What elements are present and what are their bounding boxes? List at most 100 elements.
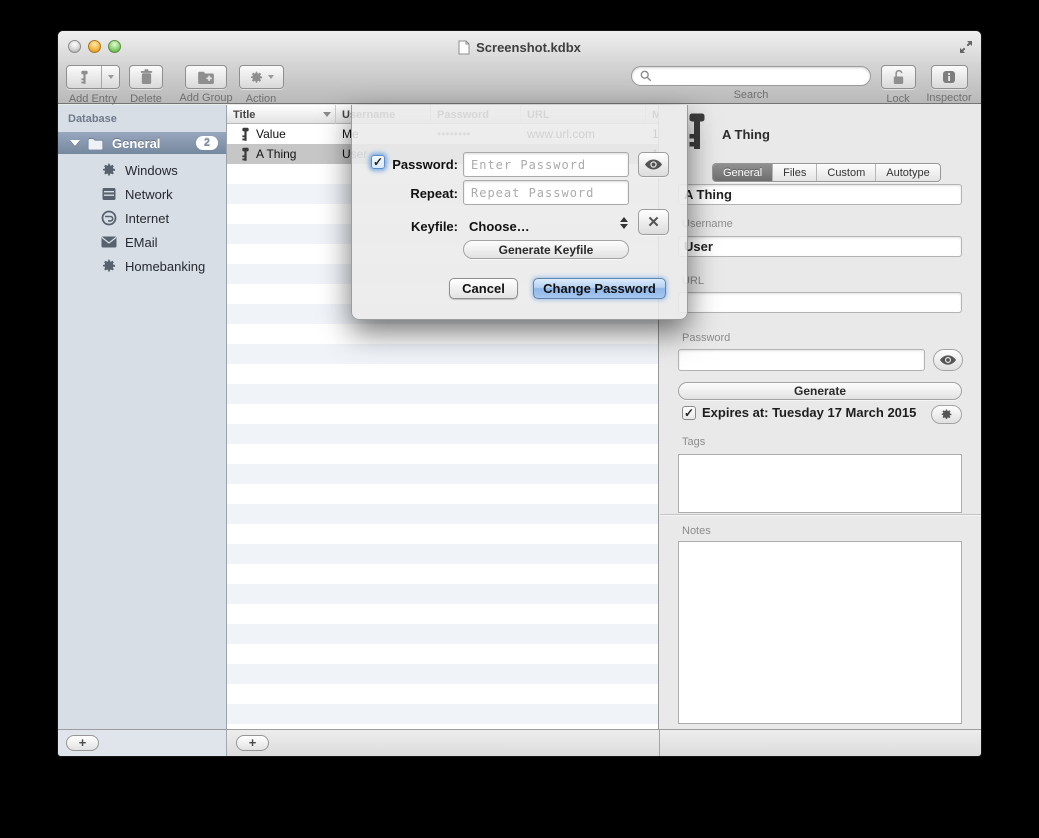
entry-title: A Thing xyxy=(722,127,770,142)
sidebar-item-email[interactable]: EMail xyxy=(58,230,226,254)
action-label: Action xyxy=(238,93,284,105)
notes-label: Notes xyxy=(682,525,711,537)
window-title-text: Screenshot.kdbx xyxy=(476,40,581,55)
change-password-sheet: ✓ Password: Repeat: Keyfile: Choose… xyxy=(351,105,688,320)
lock-label: Lock xyxy=(880,93,916,105)
password-field[interactable] xyxy=(678,349,925,371)
sheet-password-label: Password: xyxy=(388,157,458,172)
action-button[interactable]: Action xyxy=(238,65,284,105)
cell-title: A Thing xyxy=(250,144,336,164)
tab-autotype[interactable]: Autotype xyxy=(876,164,939,181)
sidebar-item-label: EMail xyxy=(125,235,158,250)
gear-icon xyxy=(101,162,117,178)
fullscreen-icon[interactable] xyxy=(959,40,973,54)
key-icon xyxy=(241,147,250,162)
eye-icon xyxy=(940,355,956,365)
sidebar-item-label: Internet xyxy=(125,211,169,226)
add-entry-button[interactable]: Add Entry xyxy=(66,65,120,105)
inspector-panel: A Thing General Files Custom Autotype Us… xyxy=(660,105,981,729)
info-icon xyxy=(942,70,956,84)
chevron-down-icon xyxy=(108,75,114,79)
expires-label: Expires at: Tuesday 17 March 2015 xyxy=(702,405,916,420)
url-field[interactable] xyxy=(678,292,962,313)
password-checkbox[interactable]: ✓ xyxy=(371,155,385,169)
app-window: Screenshot.kdbx Add Entry xyxy=(57,30,982,757)
clear-keyfile-button[interactable]: ✕ xyxy=(638,209,669,235)
sidebar-item-windows[interactable]: Windows xyxy=(58,158,226,182)
sidebar-item-homebanking[interactable]: Homebanking xyxy=(58,254,226,278)
stepper-up-icon xyxy=(620,217,628,222)
sidebar-item-label: Network xyxy=(125,187,173,202)
change-password-button[interactable]: Change Password xyxy=(533,278,666,299)
disclosure-triangle-icon[interactable] xyxy=(70,140,80,146)
group-count-badge: 2 xyxy=(196,136,218,150)
folder-plus-icon xyxy=(197,70,215,84)
search-label: Search xyxy=(631,89,871,101)
sidebar-group-general[interactable]: General 2 xyxy=(58,132,226,154)
stepper-down-icon xyxy=(620,224,628,229)
chevron-down-icon xyxy=(268,75,274,79)
sidebar-item-label: Homebanking xyxy=(125,259,205,274)
keyfile-stepper[interactable] xyxy=(620,217,628,229)
expires-checkbox[interactable]: ✓ xyxy=(682,406,696,420)
keyfile-popup[interactable]: Choose… xyxy=(469,219,530,234)
eye-icon xyxy=(645,159,662,170)
sidebar-header: Database xyxy=(68,113,117,125)
username-field[interactable] xyxy=(678,236,962,257)
sheet-repeat-label: Repeat: xyxy=(388,186,458,201)
gear-icon xyxy=(249,70,264,85)
add-entry-footer-button[interactable]: + xyxy=(236,735,269,751)
key-icon xyxy=(686,113,708,153)
footer-bar: + + xyxy=(58,729,981,756)
add-group-footer-button[interactable]: + xyxy=(66,735,99,751)
sheet-keyfile-label: Keyfile: xyxy=(388,219,458,234)
search-area: Search xyxy=(631,66,871,101)
repeat-password-input[interactable] xyxy=(463,180,629,205)
sidebar-item-internet[interactable]: Internet xyxy=(58,206,226,230)
title-field[interactable] xyxy=(678,184,962,205)
lock-open-icon xyxy=(891,69,906,85)
sidebar-group-label: General xyxy=(112,136,160,151)
tags-field[interactable] xyxy=(678,454,962,513)
reveal-password-button[interactable] xyxy=(638,152,669,177)
trash-icon xyxy=(140,69,153,85)
add-group-label: Add Group xyxy=(176,92,236,104)
lock-button[interactable]: Lock xyxy=(880,65,916,105)
new-password-input[interactable] xyxy=(463,152,629,177)
folder-icon xyxy=(87,137,104,150)
search-icon xyxy=(640,70,652,82)
cell-title: Value xyxy=(250,124,336,144)
sidebar: Database General 2 Windows Network xyxy=(58,105,227,729)
globe-icon xyxy=(101,210,117,226)
notes-field[interactable] xyxy=(678,541,962,724)
content-area: Database General 2 Windows Network xyxy=(58,105,981,729)
key-icon xyxy=(241,127,250,142)
sidebar-item-network[interactable]: Network xyxy=(58,182,226,206)
add-group-button[interactable]: Add Group xyxy=(176,65,236,104)
cancel-button[interactable]: Cancel xyxy=(449,278,518,299)
envelope-icon xyxy=(101,234,117,250)
key-icon xyxy=(80,70,89,85)
tab-files[interactable]: Files xyxy=(773,164,817,181)
sort-descending-icon xyxy=(323,112,331,117)
generate-password-button[interactable]: Generate xyxy=(678,382,962,400)
delete-button[interactable]: Delete xyxy=(128,65,164,105)
column-header-title[interactable]: Title xyxy=(227,105,336,124)
document-icon xyxy=(458,40,470,55)
reveal-password-button[interactable] xyxy=(933,349,963,371)
delete-label: Delete xyxy=(128,93,164,105)
tab-custom[interactable]: Custom xyxy=(817,164,876,181)
window-title: Screenshot.kdbx xyxy=(58,31,981,63)
title-bar[interactable]: Screenshot.kdbx xyxy=(58,31,981,63)
expires-options-button[interactable] xyxy=(931,405,962,424)
inspector-tabs: General Files Custom Autotype xyxy=(712,163,941,182)
tab-general[interactable]: General xyxy=(713,164,773,181)
search-input[interactable] xyxy=(656,69,862,83)
inspector-button[interactable]: Inspector xyxy=(924,65,974,104)
gear-icon xyxy=(940,408,953,421)
server-icon xyxy=(101,186,117,202)
gear-icon xyxy=(101,258,117,274)
add-entry-label: Add Entry xyxy=(66,93,120,105)
generate-keyfile-button[interactable]: Generate Keyfile xyxy=(463,240,629,259)
inspector-label: Inspector xyxy=(924,92,974,104)
